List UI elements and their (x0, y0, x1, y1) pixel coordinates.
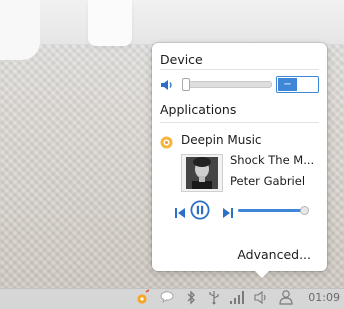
device-separator (160, 69, 319, 70)
clock[interactable]: 01:09 (308, 291, 340, 304)
deepin-music-icon[interactable] (135, 289, 151, 306)
app-volume-track[interactable] (238, 209, 304, 212)
volume-icon[interactable] (254, 290, 268, 307)
pause-button[interactable] (190, 200, 210, 220)
album-art (181, 154, 223, 192)
toggle-on-segment: − (278, 78, 297, 91)
applications-header: Applications (160, 102, 237, 117)
device-volume-track[interactable] (182, 81, 272, 88)
advanced-link[interactable]: Advanced... (237, 247, 311, 262)
desktop-white-blob (0, 0, 40, 60)
device-header: Device (160, 52, 203, 67)
artist-name: Peter Gabriel (230, 174, 306, 188)
speaker-icon[interactable] (160, 77, 174, 91)
user-icon[interactable] (278, 289, 294, 306)
network-signal-icon[interactable] (229, 290, 245, 307)
song-title: Shock The M... (230, 153, 315, 167)
bluetooth-icon[interactable] (185, 290, 197, 307)
desktop-white-block (88, 0, 132, 46)
next-track-icon[interactable] (222, 204, 234, 218)
usb-icon[interactable] (207, 290, 221, 307)
applications-separator (160, 122, 319, 123)
sound-popup: Device − Applications Deepin Music Shock… (152, 43, 327, 278)
device-volume-handle[interactable] (182, 78, 190, 91)
previous-track-icon[interactable] (174, 204, 186, 218)
chat-icon[interactable] (160, 290, 174, 307)
deepin-music-app-icon (160, 134, 173, 149)
device-mute-toggle[interactable]: − (276, 76, 319, 93)
popup-arrow (255, 271, 269, 278)
desktop-wall (0, 0, 344, 44)
app-volume-handle[interactable] (300, 206, 309, 215)
app-name: Deepin Music (181, 133, 262, 147)
